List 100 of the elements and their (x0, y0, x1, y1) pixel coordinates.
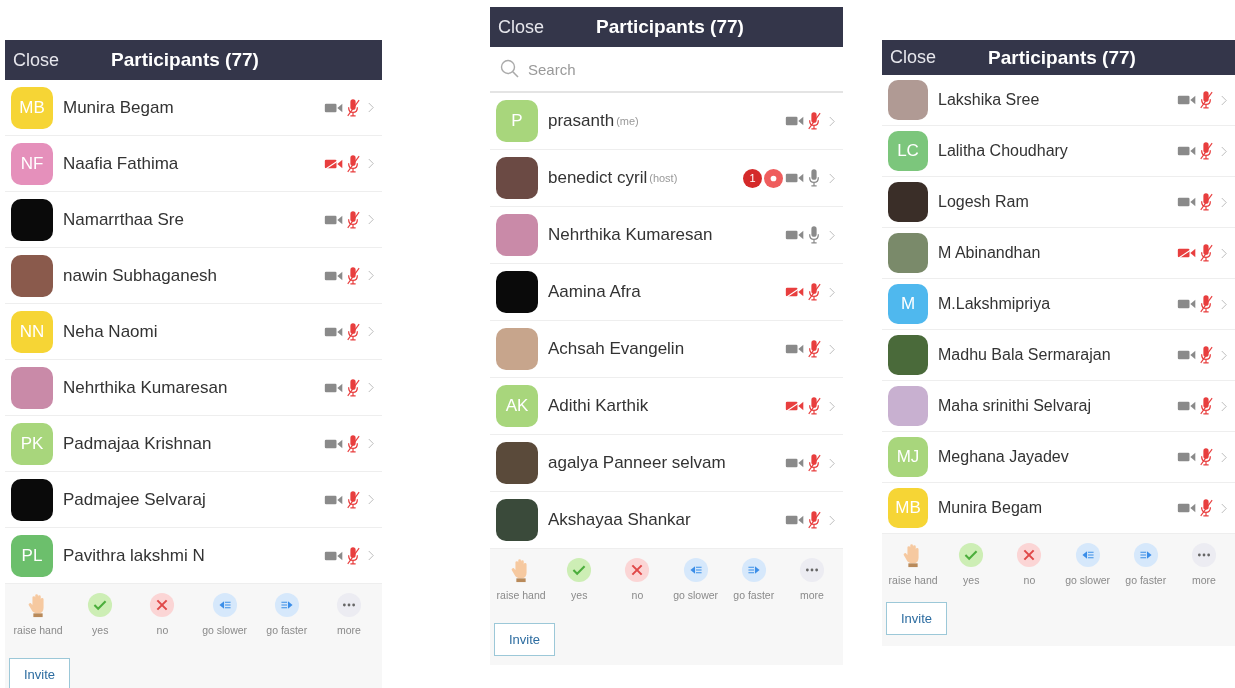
participant-name: Achsah Evangelin (548, 339, 685, 359)
chevron-right-icon (368, 550, 374, 561)
participant-row[interactable]: Maha srinithi Selvaraj (882, 381, 1235, 432)
participant-name: Padmajaa Krishnan (63, 433, 212, 454)
avatar: NN (11, 310, 53, 353)
participant-name: Meghana Jayadev (938, 448, 1069, 466)
chevron-right-icon (1221, 94, 1227, 106)
participant-name: Nehrthika Kumaresan (63, 377, 228, 398)
invite-button[interactable]: Invite (494, 623, 556, 656)
participant-row[interactable]: Lakshika Sree (882, 75, 1235, 126)
chevron-right-icon (829, 400, 835, 412)
close-button[interactable]: Close (498, 16, 545, 38)
participant-row[interactable]: NF Naafia Fathima (5, 136, 382, 192)
cross-icon (624, 557, 651, 583)
chevron-right-icon (368, 494, 374, 505)
participant-row[interactable]: NN Neha Naomi (5, 304, 382, 360)
chevron-right-icon (1221, 502, 1227, 514)
participant-name: Neha Naomi (63, 321, 158, 342)
close-button[interactable]: Close (13, 49, 60, 71)
invite-button[interactable]: Invite (886, 602, 948, 635)
chevron-right-icon (829, 457, 835, 469)
chevron-right-icon (1221, 145, 1227, 157)
rewind-icon (211, 592, 238, 618)
chevron-right-icon (829, 286, 835, 298)
participant-row[interactable]: Nehrthika Kumaresan (490, 207, 843, 264)
participant-row[interactable]: LC Lalitha Choudhary (882, 126, 1235, 177)
participant-name: nawin Subhaganesh (63, 265, 218, 286)
participant-name: Lalitha Choudhary (938, 142, 1068, 160)
participant-name: Madhu Bala Sermarajan (938, 346, 1111, 364)
participant-name: Aamina Afra (548, 282, 641, 302)
rewind-icon (682, 557, 709, 583)
avatar: PK (11, 422, 53, 465)
chevron-right-icon (829, 514, 835, 526)
cross-icon (149, 592, 176, 618)
participant-name: Lakshika Sree (938, 91, 1040, 109)
participant-row[interactable]: Namarrthaa Sre (5, 192, 382, 248)
avatar: PL (11, 534, 53, 577)
participant-name: Padmajee Selvaraj (63, 489, 206, 510)
more-icon (1190, 542, 1217, 568)
participant-name: Logesh Ram (938, 193, 1029, 211)
participant-name: benedict cyril (548, 168, 648, 188)
participant-row[interactable]: Madhu Bala Sermarajan (882, 330, 1235, 381)
participant-name: Adithi Karthik (548, 396, 649, 416)
more-icon (798, 557, 825, 583)
chevron-right-icon (829, 115, 835, 127)
participant-row[interactable]: Achsah Evangelin (490, 321, 843, 378)
avatar: MB (888, 488, 928, 528)
chevron-right-icon (368, 214, 374, 225)
participant-name: Akshayaa Shankar (548, 510, 691, 530)
chevron-right-icon (1221, 349, 1227, 361)
count-badge: 1 (743, 168, 762, 188)
chevron-right-icon (1221, 196, 1227, 208)
chevron-right-icon (368, 270, 374, 281)
participant-row[interactable]: AK Adithi Karthik (490, 378, 843, 435)
participant-row[interactable]: nawin Subhaganesh (5, 248, 382, 304)
chevron-right-icon (829, 172, 835, 184)
participant-row[interactable]: PK Padmajaa Krishnan (5, 416, 382, 472)
participant-row[interactable]: Aamina Afra (490, 264, 843, 321)
participant-row[interactable]: agalya Panneer selvam (490, 435, 843, 492)
participant-row[interactable]: MJ Meghana Jayadev (882, 432, 1235, 483)
chevron-right-icon (368, 382, 374, 393)
participant-row[interactable]: Nehrthika Kumaresan (5, 360, 382, 416)
participant-row[interactable]: M M.Lakshmipriya (882, 279, 1235, 330)
chevron-right-icon (829, 343, 835, 355)
participant-name: agalya Panneer selvam (548, 453, 726, 473)
participant-name: prasanth (548, 111, 615, 131)
participant-name: Nehrthika Kumaresan (548, 225, 713, 245)
chevron-right-icon (368, 102, 374, 113)
checkmark-icon (958, 542, 985, 568)
participant-name: Namarrthaa Sre (63, 209, 184, 230)
chevron-right-icon (829, 229, 835, 241)
participant-row[interactable]: Logesh Ram (882, 177, 1235, 228)
rewind-icon (1074, 542, 1101, 568)
participant-name: Maha srinithi Selvaraj (938, 397, 1091, 415)
chevron-right-icon (1221, 400, 1227, 412)
participant-row[interactable]: P prasanth(me) (490, 93, 843, 150)
participant-row[interactable]: Padmajee Selvaraj (5, 472, 382, 528)
participant-row[interactable]: M Abinandhan (882, 228, 1235, 279)
chevron-right-icon (368, 438, 374, 449)
role-tag: (me) (616, 115, 639, 127)
more-icon (335, 592, 362, 618)
checkmark-icon (566, 557, 593, 583)
chevron-right-icon (1221, 247, 1227, 259)
avatar: P (496, 100, 538, 142)
participant-name: M Abinandhan (938, 244, 1041, 262)
checkmark-icon (87, 592, 114, 618)
invite-button[interactable]: Invite (9, 658, 71, 688)
close-button[interactable]: Close (890, 47, 937, 68)
fast-forward-icon (1132, 542, 1159, 568)
chevron-right-icon (368, 326, 374, 337)
participant-row[interactable]: MB Munira Begam (5, 80, 382, 136)
participant-row[interactable]: benedict cyril(host) 1 (490, 150, 843, 207)
avatar: M (888, 284, 928, 324)
participant-name: Munira Begam (938, 499, 1043, 517)
participant-name: M.Lakshmipriya (938, 295, 1051, 313)
chevron-right-icon (1221, 451, 1227, 463)
avatar: AK (496, 385, 538, 427)
participants-title: Participants (77) (988, 46, 1136, 69)
chevron-right-icon (368, 158, 374, 169)
role-tag: (host) (649, 172, 678, 184)
